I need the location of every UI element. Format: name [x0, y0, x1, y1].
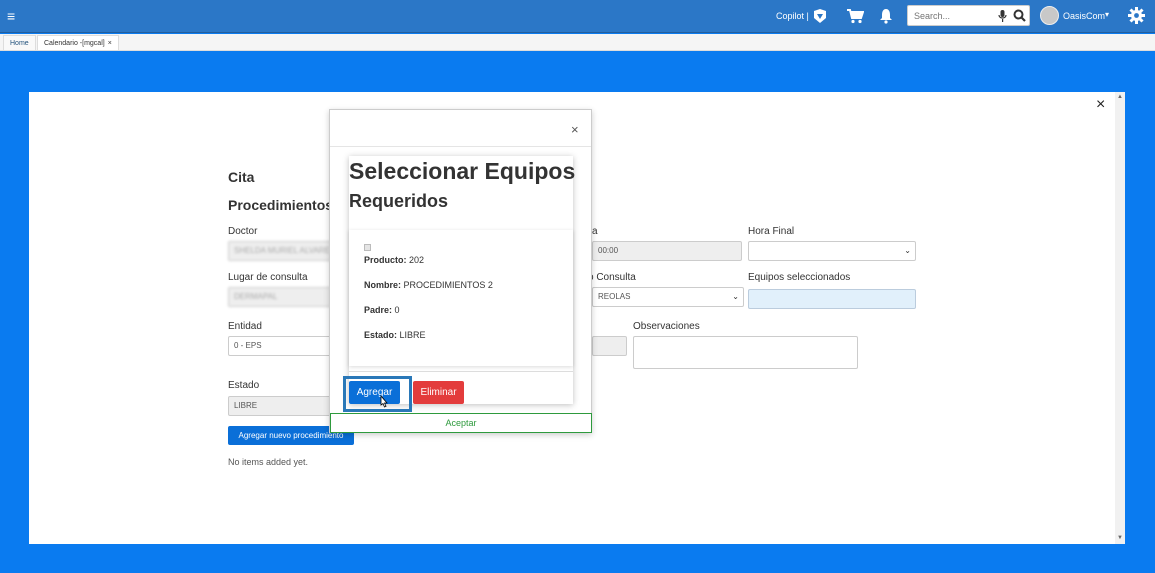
tab-home-label: Home	[10, 40, 29, 47]
motivo-value: REOLAS	[598, 292, 631, 301]
estado-label: Estado	[228, 380, 260, 391]
bell-icon[interactable]	[879, 8, 893, 24]
modal-header-divider	[330, 146, 591, 147]
copilot-label[interactable]: Copilot |	[776, 11, 809, 21]
scroll-down-icon[interactable]: ▼	[1117, 535, 1123, 541]
avatar[interactable]	[1040, 6, 1059, 25]
chevron-down-icon: ⌄	[904, 246, 911, 255]
tab-bar: Home Calendario -[mgcal] ×	[0, 34, 1155, 51]
hidden-field[interactable]	[592, 336, 627, 356]
cart-icon[interactable]	[846, 8, 864, 24]
producto-label: Producto:	[364, 255, 407, 265]
doctor-label: Doctor	[228, 226, 258, 237]
agregar-button[interactable]: Agregar	[349, 381, 400, 404]
padre-value: 0	[392, 305, 400, 315]
producto-row: Producto: 202	[364, 255, 424, 265]
nombre-row: Nombre: PROCEDIMIENTOS 2	[364, 280, 493, 290]
chevron-down-icon[interactable]: ▾	[1105, 10, 1109, 19]
motivo-select[interactable]: REOLAS ⌄	[592, 287, 744, 307]
search-icon[interactable]	[1013, 9, 1026, 22]
eliminar-button[interactable]: Eliminar	[413, 381, 464, 404]
producto-value: 202	[406, 255, 425, 265]
estado-field[interactable]: LIBRE	[228, 396, 338, 416]
chevron-down-icon: ⌄	[732, 292, 739, 301]
entidad-label: Entidad	[228, 321, 262, 332]
modal-subtitle: Requeridos	[349, 191, 449, 211]
hora-inicio-field[interactable]: 00:00	[592, 241, 742, 261]
aceptar-button[interactable]: Aceptar	[330, 413, 592, 433]
close-icon[interactable]: ×	[1096, 97, 1105, 113]
equipment-card: Seleccionar Equipos Requeridos Producto:…	[349, 156, 576, 404]
mouse-cursor-icon	[380, 395, 388, 408]
microphone-icon[interactable]	[998, 10, 1007, 22]
hora-final-label: Hora Final	[748, 226, 795, 237]
tab-calendario-label: Calendario -[mgcal]	[44, 40, 105, 47]
hora-final-select[interactable]: ⌄	[748, 241, 916, 261]
equipment-checkbox[interactable]	[364, 244, 371, 251]
user-name[interactable]: OasisCom	[1063, 11, 1105, 21]
tab-home[interactable]: Home	[3, 35, 36, 50]
scroll-up-icon[interactable]: ▲	[1117, 94, 1123, 100]
nombre-value: PROCEDIMIENTOS 2	[401, 280, 493, 290]
search-box[interactable]	[907, 5, 1030, 26]
cita-heading: Cita	[228, 169, 255, 185]
entidad-field[interactable]: 0 - EPS	[228, 336, 338, 356]
hamburger-menu-icon[interactable]: ≡	[7, 9, 19, 23]
estado-item-value: LIBRE	[397, 330, 426, 340]
tab-calendario[interactable]: Calendario -[mgcal] ×	[37, 35, 119, 50]
card-divider	[349, 371, 573, 372]
scrollbar[interactable]: ▲ ▼	[1115, 92, 1125, 544]
lugar-label: Lugar de consulta	[228, 272, 308, 283]
select-equipment-modal: × Seleccionar Equipos Requeridos Product…	[329, 109, 592, 433]
gear-icon[interactable]	[1128, 7, 1145, 24]
search-input[interactable]	[914, 9, 994, 22]
padre-label: Padre:	[364, 305, 393, 315]
estado-item-label: Estado:	[364, 330, 398, 340]
nombre-label: Nombre:	[364, 280, 402, 290]
estado-row: Estado: LIBRE	[364, 330, 426, 340]
tab-close-icon[interactable]: ×	[108, 40, 112, 47]
equipos-label: Equipos seleccionados	[748, 272, 851, 283]
procedimientos-heading: Procedimientos	[228, 197, 334, 213]
copilot-icon[interactable]	[811, 8, 829, 24]
equipment-item: Producto: 202 Nombre: PROCEDIMIENTOS 2 P…	[349, 230, 573, 366]
no-items-text: No items added yet.	[228, 457, 309, 467]
doctor-field[interactable]: SHELDA MURIEL ALVARE	[228, 241, 338, 261]
close-icon[interactable]: ×	[571, 122, 579, 137]
top-navbar: ≡ Copilot | OasisCom ▾	[0, 0, 1155, 33]
equipos-field[interactable]	[748, 289, 916, 309]
lugar-field[interactable]: DERMAPAL	[228, 287, 338, 307]
observaciones-textarea[interactable]	[633, 336, 858, 369]
observaciones-label: Observaciones	[633, 321, 700, 332]
modal-title: Seleccionar Equipos	[349, 158, 576, 184]
padre-row: Padre: 0	[364, 305, 400, 315]
fecha-label: a	[592, 226, 598, 237]
